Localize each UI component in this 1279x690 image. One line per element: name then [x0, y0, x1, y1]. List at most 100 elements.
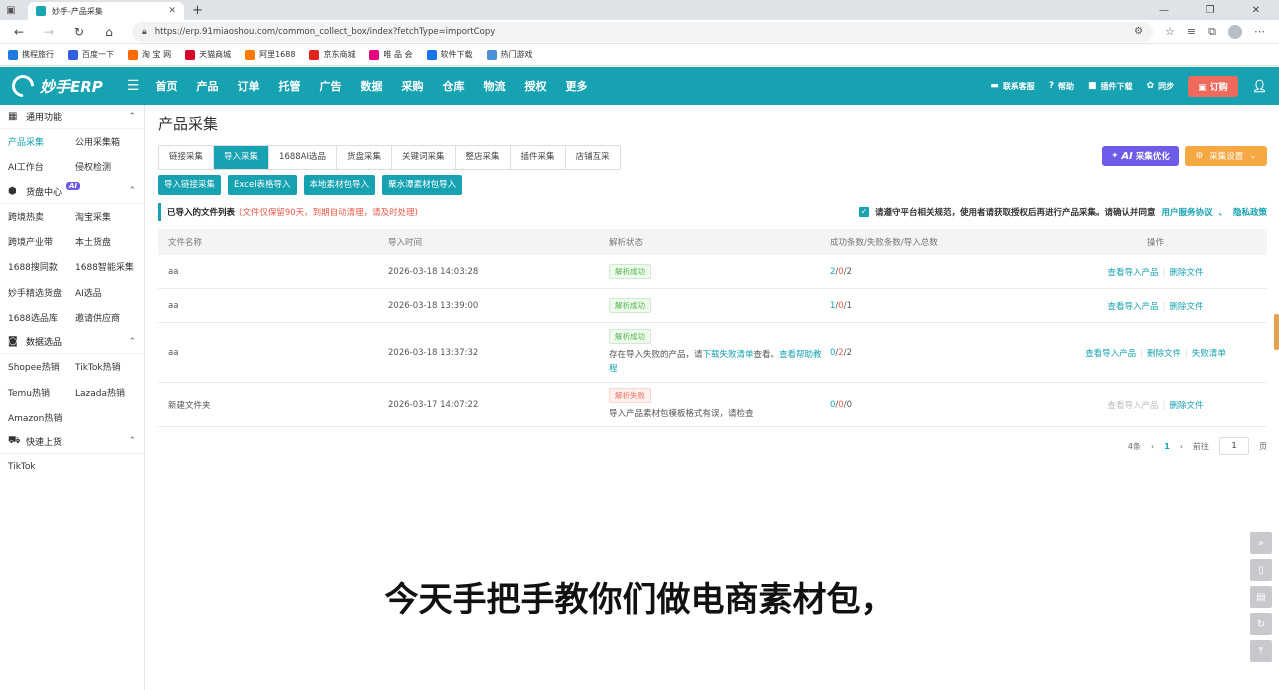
order-button[interactable]: ▣ 订购: [1188, 75, 1238, 97]
page-input[interactable]: 1: [1219, 437, 1249, 455]
sidebar-item[interactable]: 跨境热卖: [0, 210, 67, 223]
url-field[interactable]: 🔒︎ https://erp.91miaoshou.com/common_col…: [132, 21, 1154, 42]
nav-item[interactable]: 仓库: [433, 78, 474, 94]
contact-service-link[interactable]: ▬ 联系客服: [990, 81, 1035, 92]
bookmark-item[interactable]: 京东商城: [309, 49, 355, 60]
bookmark-item[interactable]: 天猫商城: [185, 49, 231, 60]
sidebar-item[interactable]: Temu热销: [0, 386, 67, 399]
brand-logo[interactable]: 妙手ERP: [0, 70, 120, 102]
minimize-icon[interactable]: —: [1141, 0, 1187, 20]
back-icon[interactable]: ←: [6, 21, 32, 43]
delete-file-link[interactable]: 删除文件: [1169, 268, 1203, 278]
sidebar-item[interactable]: 公用采集箱: [67, 135, 134, 148]
nav-item[interactable]: 首页: [146, 78, 187, 94]
import-action-button[interactable]: 聚水潭素材包导入: [382, 175, 463, 195]
collections-icon[interactable]: ⧉: [1208, 25, 1216, 39]
nav-item[interactable]: 托管: [269, 78, 310, 94]
current-page[interactable]: 1: [1164, 442, 1170, 451]
bookmark-item[interactable]: 唯 品 会: [369, 49, 413, 60]
delete-file-link[interactable]: 删除文件: [1169, 401, 1203, 411]
delete-file-link[interactable]: 删除文件: [1147, 349, 1181, 359]
sidebar-item[interactable]: 本土货盘: [67, 235, 134, 248]
nav-item[interactable]: 广告: [310, 78, 351, 94]
sidebar-group-header[interactable]: ◙ 数据选品 ⌃: [0, 330, 144, 355]
tracking-icon[interactable]: ⚙: [1134, 26, 1143, 37]
close-tab-icon[interactable]: ✕: [168, 6, 176, 16]
forward-icon[interactable]: →: [36, 21, 62, 43]
favorite-star-icon[interactable]: ☆: [1165, 25, 1175, 38]
sidebar-item[interactable]: AI工作台: [0, 160, 67, 173]
scrollbar-thumb[interactable]: [1274, 314, 1279, 350]
sidebar-item[interactable]: 跨境产业带: [0, 235, 67, 248]
privacy-policy-link[interactable]: 隐私政策: [1233, 206, 1267, 218]
restore-icon[interactable]: ❐: [1187, 0, 1233, 20]
plugin-download-link[interactable]: ■ 插件下载: [1088, 81, 1133, 92]
back-to-top-icon[interactable]: ⤒: [1250, 640, 1272, 662]
sidebar-item[interactable]: TikTok: [0, 462, 67, 472]
nav-item[interactable]: 订单: [228, 78, 269, 94]
fail-list-link[interactable]: 失败清单: [1192, 349, 1226, 359]
nav-item[interactable]: 授权: [515, 78, 556, 94]
bookmark-item[interactable]: 阿里1688: [245, 49, 295, 60]
tab-item[interactable]: 插件采集: [511, 146, 566, 169]
bookmark-item[interactable]: 淘 宝 网: [128, 49, 171, 60]
ai-optimize-button[interactable]: ✦ AI 采集优化: [1102, 146, 1179, 166]
sidebar-item[interactable]: Shopee热销: [0, 360, 67, 373]
sidebar-group-header[interactable]: ⛟ 快速上货 ⌃: [0, 430, 144, 454]
browser-tab[interactable]: 妙手-产品采集 ✕: [28, 2, 184, 20]
prev-page-icon[interactable]: ‹: [1151, 442, 1154, 451]
import-action-button[interactable]: Excel表格导入: [228, 175, 297, 195]
view-imported-products-link[interactable]: 查看导入产品: [1108, 268, 1159, 278]
new-tab-icon[interactable]: +: [192, 3, 203, 18]
bookmark-item[interactable]: 软件下载: [426, 49, 473, 60]
sidebar-item[interactable]: TikTok热销: [67, 360, 134, 373]
sidebar-item[interactable]: 淘宝采集: [67, 210, 134, 223]
sidebar-item[interactable]: 妙手精选货盘: [0, 286, 67, 299]
more-icon[interactable]: ⋯: [1254, 25, 1265, 38]
collect-settings-button[interactable]: ⚙ 采集设置 ⌄: [1185, 146, 1267, 166]
nav-item[interactable]: 采购: [392, 78, 433, 94]
bookmark-item[interactable]: 百度一下: [68, 49, 114, 60]
sidebar-item[interactable]: 1688智能采集: [67, 260, 134, 273]
menu-icon[interactable]: ☰: [120, 78, 146, 94]
next-page-icon[interactable]: ›: [1180, 442, 1183, 451]
sidebar-item[interactable]: 1688搜同款: [0, 260, 67, 273]
sidebar-item[interactable]: Lazada热销: [67, 386, 134, 399]
tab-item[interactable]: 关键词采集: [392, 146, 456, 169]
sidebar-item[interactable]: 侵权检测: [67, 160, 134, 173]
tab-item[interactable]: 链接采集: [159, 146, 215, 169]
help-link[interactable]: ? 帮助: [1049, 81, 1074, 92]
user-icon[interactable]: 👤︎: [1252, 79, 1267, 93]
reload-icon[interactable]: ↻: [66, 21, 92, 43]
sidebar-item[interactable]: 产品采集: [0, 135, 67, 148]
sidebar-group-header[interactable]: ⬢ 货盘中心 AI ⌃: [0, 180, 144, 204]
download-fail-list-link[interactable]: 下载失败清单: [703, 350, 754, 360]
home-icon[interactable]: ⌂: [96, 21, 122, 43]
view-imported-products-link[interactable]: 查看导入产品: [1085, 349, 1136, 359]
collapse-icon[interactable]: »: [1250, 532, 1272, 554]
nav-item[interactable]: 更多: [556, 78, 597, 94]
agree-checkbox[interactable]: ✓: [858, 207, 869, 217]
favorites-icon[interactable]: ≡: [1187, 25, 1196, 38]
tab-item[interactable]: 导入采集: [214, 146, 270, 169]
delete-file-link[interactable]: 删除文件: [1169, 302, 1203, 312]
import-action-button[interactable]: 本地素材包导入: [303, 175, 376, 195]
sidebar-group-header[interactable]: ▦ 通用功能 ⌃: [0, 105, 144, 129]
tab-item[interactable]: 整店采集: [456, 146, 511, 169]
nav-item[interactable]: 物流: [474, 78, 515, 94]
tab-item[interactable]: 店铺互采: [566, 146, 620, 169]
view-imported-products-link[interactable]: 查看导入产品: [1108, 302, 1159, 312]
profile-avatar[interactable]: [1228, 24, 1242, 39]
import-action-button[interactable]: 导入链接采集: [158, 175, 222, 195]
sidebar-item[interactable]: 邀请供应商: [67, 311, 134, 324]
tab-item[interactable]: 1688AI选品: [269, 146, 337, 169]
tab-item[interactable]: 货盘采集: [337, 146, 393, 169]
user-agreement-link[interactable]: 用户服务协议: [1161, 206, 1212, 218]
sync-link[interactable]: ✿ 同步: [1147, 81, 1175, 92]
sidebar-item[interactable]: AI选品: [67, 286, 134, 299]
bookmark-item[interactable]: 携程旅行: [8, 49, 54, 60]
bookmark-item[interactable]: 热门游戏: [486, 49, 533, 60]
sidebar-item[interactable]: Amazon热销: [0, 411, 67, 424]
nav-item[interactable]: 产品: [187, 78, 228, 94]
sidebar-item[interactable]: 1688选品库: [0, 311, 67, 324]
